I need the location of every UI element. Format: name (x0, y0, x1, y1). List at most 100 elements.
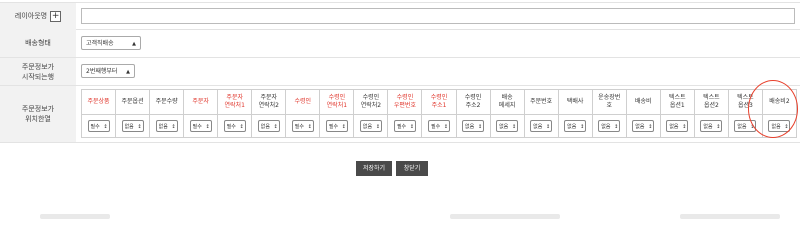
chevron-down-icon: ↕ (614, 124, 619, 130)
column-position-select[interactable]: 없음 ↕ (598, 120, 621, 132)
column-header-2: 주문옵션 (115, 89, 151, 115)
column-position-cell: 주문상품 주문옵션 주문수량 주문자 주문자 연락처1 주문자 연락처2 수령인 수령인 연락처1 수… (76, 86, 800, 142)
chevron-down-icon: ↕ (171, 124, 176, 130)
column-select-cell: 필수 ↕ (80, 114, 117, 138)
column-header-1: 주문상품 (80, 89, 117, 115)
chevron-down-icon: ↕ (579, 124, 585, 130)
column-position-value: 없음 (362, 124, 373, 130)
column-header-subtext: 연락처2 (360, 102, 382, 109)
column-select-cell: 없음 ↕ (149, 114, 185, 138)
column-position-select[interactable]: 없음 ↕ (564, 120, 587, 132)
chevron-down-icon: ↕ (307, 124, 312, 130)
column-select-cell: 없음 ↕ (625, 114, 661, 138)
column-header-subtext: 호 (606, 102, 612, 109)
column-select-cell: 없음 ↕ (251, 114, 287, 138)
column-position-value: 필수 (226, 124, 236, 130)
column-header-15: 택배사 (557, 89, 593, 115)
chevron-down-icon: ↕ (545, 124, 551, 130)
chevron-down-icon: ↕ (239, 124, 244, 130)
column-position-select[interactable]: 없음 ↕ (462, 120, 485, 132)
start-row-label: 주문정보가 시작되는행 (0, 58, 76, 85)
chevron-down-icon: ↕ (273, 124, 278, 130)
column-header-19: 텍스트 옵션2 (693, 89, 729, 115)
column-select-cell: 필수 ↕ (183, 114, 219, 138)
start-row-value: 2번째행부터 (86, 68, 118, 75)
column-position-value: 없음 (260, 124, 270, 130)
add-layout-button[interactable]: + (50, 10, 62, 22)
column-position-value: 없음 (533, 124, 543, 130)
column-select-cell: 없음 ↕ (353, 114, 389, 138)
chevron-down-icon: ↕ (103, 124, 108, 130)
column-header-text: 배송비 (634, 98, 652, 105)
chevron-down-icon: ▲︎ (132, 41, 136, 47)
column-select-cell: 필수 ↕ (319, 114, 355, 138)
column-position-value: 없음 (567, 124, 577, 130)
column-position-value: 없음 (669, 124, 679, 130)
layout-name-input[interactable] (81, 8, 795, 24)
column-position-select[interactable]: 없음 ↕ (530, 120, 553, 132)
column-position-select[interactable]: 필수 ↕ (189, 120, 212, 132)
column-position-select[interactable]: 없음 ↕ (121, 120, 144, 132)
column-position-select[interactable]: 없음 ↕ (257, 120, 280, 132)
column-position-value: 없음 (737, 124, 747, 130)
column-header-row: 주문상품 주문옵션 주문수량 주문자 주문자 연락처1 주문자 연락처2 수령인 수령인 연락처1 수… (80, 89, 798, 115)
column-position-select[interactable]: 없음 ↕ (359, 120, 382, 132)
column-header-7: 수령인 (285, 89, 321, 115)
column-position-select[interactable]: 없음 ↕ (155, 120, 178, 132)
column-position-value: 없음 (465, 124, 475, 130)
blurred-footer-text (680, 214, 780, 219)
column-position-value: 없음 (499, 124, 509, 130)
start-row-cell: 2번째행부터 ▲︎ (76, 58, 800, 85)
column-position-select[interactable]: 필수 ↕ (427, 120, 450, 132)
column-position-select[interactable]: 없음 ↕ (496, 120, 519, 132)
column-header-18: 텍스트 옵션1 (659, 89, 695, 115)
chevron-down-icon: ↕ (205, 124, 210, 130)
column-position-select[interactable]: 필수 ↕ (393, 120, 416, 132)
column-header-subtext: 연락처1 (326, 102, 348, 109)
start-row-select[interactable]: 2번째행부터 ▲︎ (81, 64, 135, 78)
column-header-6: 주문자 연락처2 (251, 89, 287, 115)
column-header-9: 수령인 연락처2 (353, 89, 389, 115)
column-header-10: 수령인 우편번호 (387, 89, 423, 115)
layout-name-label: 레이아웃명 + (0, 3, 76, 29)
column-select-cell: 없음 ↕ (455, 114, 491, 138)
column-position-select[interactable]: 필수 ↕ (291, 120, 314, 132)
chevron-down-icon: ▲︎ (126, 69, 130, 75)
column-position-select[interactable]: 필수 ↕ (325, 120, 348, 132)
column-header-text: 수령인 (328, 94, 346, 101)
column-position-select[interactable]: 필수 ↕ (223, 120, 246, 132)
column-header-text: 수령인 (294, 98, 312, 105)
column-select-cell: 없음 ↕ (489, 114, 525, 138)
column-position-select[interactable]: 없음 ↕ (700, 120, 723, 132)
delivery-type-select[interactable]: 고객직배송 ▲︎ (81, 36, 141, 50)
chevron-down-icon: ↕ (443, 124, 448, 130)
column-position-label-line1: 주문정보가 (21, 105, 55, 113)
column-select-cell: 없음 ↕ (693, 114, 729, 138)
column-header-subtext: 주소2 (465, 102, 481, 109)
chevron-down-icon: ↕ (682, 124, 687, 130)
column-position-value: 필수 (396, 124, 407, 130)
column-header-text: 주문번호 (530, 98, 553, 105)
start-row-label-line2: 시작되는행 (21, 72, 55, 81)
column-position-label: 주문정보가 위치한열 (0, 86, 76, 142)
column-select-cell: 없음 ↕ (591, 114, 627, 138)
column-position-select[interactable]: 필수 ↕ (87, 120, 110, 132)
column-header-subtext: 연락처2 (258, 102, 279, 109)
column-header-subtext: 우편번호 (393, 102, 416, 109)
delivery-type-row: 배송형태 고객직배송 ▲︎ (0, 29, 800, 58)
column-position-select[interactable]: 없음 ↕ (632, 120, 655, 132)
column-header-8: 수령인 연락처1 (319, 89, 355, 115)
column-position-select[interactable]: 없음 ↕ (666, 120, 689, 132)
column-position-value: 필수 (430, 124, 441, 130)
column-select-cell: 필수 ↕ (217, 114, 253, 138)
start-row-row: 주문정보가 시작되는행 2번째행부터 ▲︎ (0, 58, 800, 86)
column-header-text: 운송장번 (598, 94, 621, 101)
column-header-4: 주문자 (183, 89, 219, 115)
column-position-value: 없음 (601, 124, 611, 130)
delivery-type-cell: 고객직배송 ▲︎ (76, 29, 800, 57)
blurred-footer-text (450, 214, 560, 219)
column-header-12: 수령인 주소2 (455, 89, 491, 115)
close-button[interactable]: 창닫기 (396, 161, 428, 176)
column-header-text: 수령인 (430, 94, 448, 101)
save-button[interactable]: 저장하기 (356, 161, 392, 176)
